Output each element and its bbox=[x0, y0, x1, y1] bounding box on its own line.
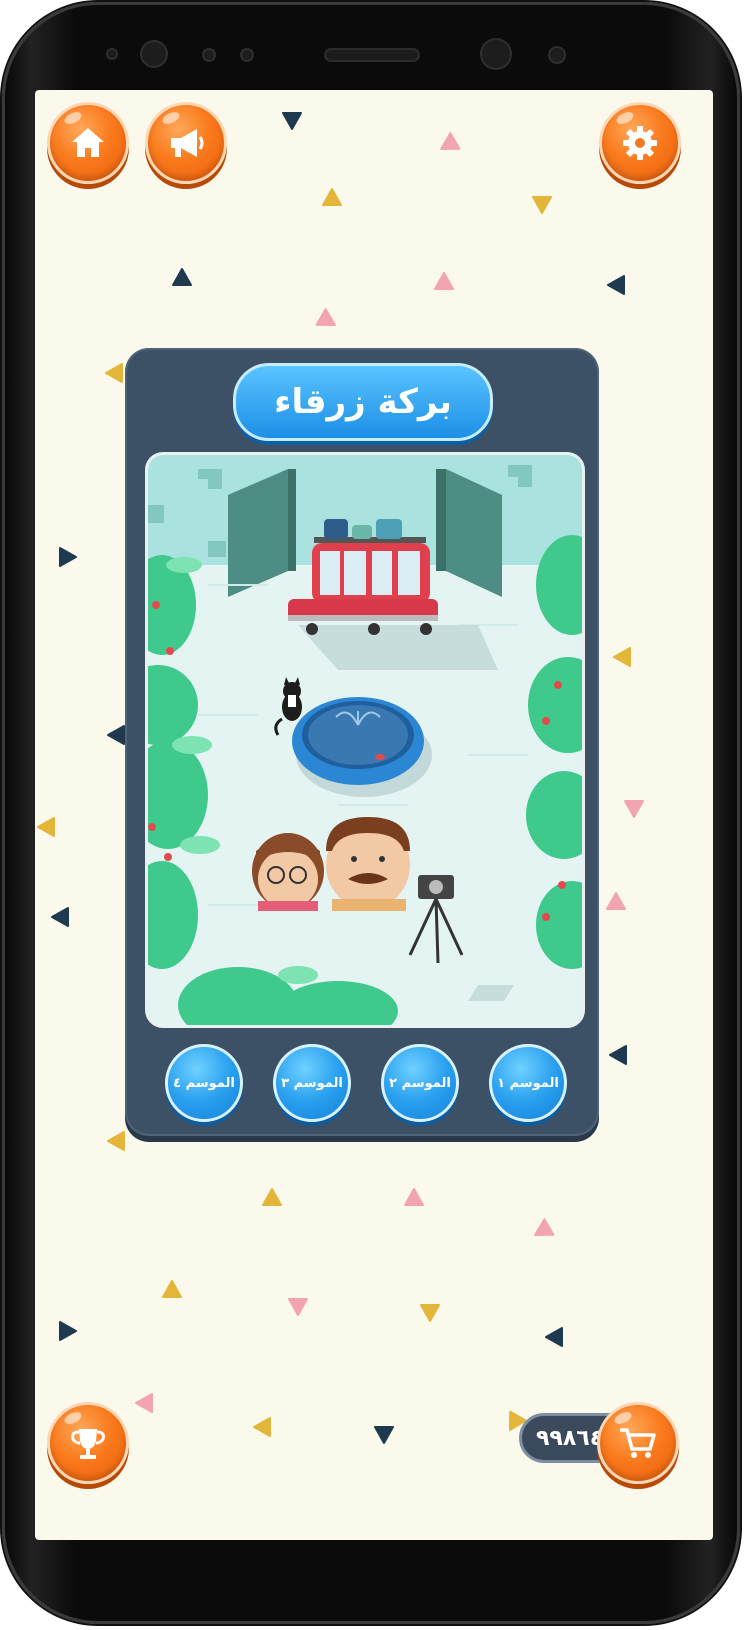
confetti-triangle bbox=[374, 1426, 394, 1444]
sensor-icon bbox=[202, 48, 216, 62]
sensor-icon bbox=[106, 48, 118, 60]
phone-frame: بركة زرقاء الموسم ١ الموسم ٢ الموسم ٣ ال… bbox=[2, 2, 740, 1624]
confetti-triangle bbox=[420, 1304, 440, 1322]
confetti-triangle bbox=[51, 907, 69, 927]
confetti-triangle bbox=[59, 1321, 77, 1341]
confetti-triangle bbox=[404, 1188, 424, 1206]
confetti-triangle bbox=[613, 647, 631, 667]
confetti-triangle bbox=[288, 1298, 308, 1316]
phone-top-bezel bbox=[2, 2, 740, 92]
season-2-label: الموسم ٢ bbox=[389, 1075, 451, 1091]
trophy-icon bbox=[71, 1429, 105, 1459]
season-1-button[interactable]: الموسم ١ bbox=[489, 1044, 567, 1122]
level-scene-image[interactable] bbox=[145, 452, 585, 1028]
confetti-triangle bbox=[609, 1045, 627, 1065]
settings-button[interactable] bbox=[599, 102, 681, 184]
season-1-label: الموسم ١ bbox=[497, 1075, 559, 1091]
megaphone-icon bbox=[171, 129, 204, 157]
confetti-triangle bbox=[624, 800, 644, 818]
earpiece-speaker bbox=[324, 48, 420, 62]
confetti-triangle bbox=[322, 188, 342, 206]
confetti-triangle bbox=[135, 1393, 153, 1413]
confetti-triangle bbox=[59, 547, 77, 567]
confetti-triangle bbox=[282, 112, 302, 130]
home-button[interactable] bbox=[47, 102, 129, 184]
sensor-icon bbox=[240, 48, 254, 62]
leaderboard-button[interactable] bbox=[47, 1402, 129, 1484]
confetti-triangle bbox=[534, 1218, 555, 1236]
gear-icon bbox=[623, 126, 657, 160]
home-icon bbox=[72, 128, 104, 157]
confetti-triangle bbox=[107, 1131, 125, 1151]
confetti-triangle bbox=[532, 196, 552, 214]
confetti-triangle bbox=[107, 725, 125, 745]
shop-button[interactable] bbox=[597, 1402, 679, 1484]
cart-icon bbox=[620, 1428, 656, 1458]
season-2-button[interactable]: الموسم ٢ bbox=[381, 1044, 459, 1122]
confetti-triangle bbox=[434, 272, 454, 290]
level-title: بركة زرقاء bbox=[233, 363, 493, 441]
confetti-triangle bbox=[162, 1280, 182, 1298]
game-screen: بركة زرقاء الموسم ١ الموسم ٢ الموسم ٣ ال… bbox=[35, 90, 713, 1540]
scene-illustration bbox=[148, 455, 582, 1025]
season-3-label: الموسم ٣ bbox=[281, 1075, 343, 1091]
season-4-button[interactable]: الموسم ٤ bbox=[165, 1044, 243, 1122]
front-camera-icon bbox=[140, 40, 168, 68]
confetti-triangle bbox=[545, 1327, 563, 1347]
confetti-triangle bbox=[607, 275, 625, 295]
confetti-triangle bbox=[606, 892, 626, 910]
confetti-triangle bbox=[315, 308, 336, 326]
season-4-label: الموسم ٤ bbox=[173, 1075, 235, 1091]
confetti-triangle bbox=[105, 363, 123, 383]
confetti-triangle bbox=[262, 1188, 282, 1206]
confetti-triangle bbox=[37, 817, 55, 837]
iris-camera-icon bbox=[480, 38, 512, 70]
season-3-button[interactable]: الموسم ٣ bbox=[273, 1044, 351, 1122]
confetti-triangle bbox=[172, 268, 192, 286]
confetti-triangle bbox=[253, 1417, 271, 1437]
confetti-triangle bbox=[440, 132, 461, 150]
sound-button[interactable] bbox=[145, 102, 227, 184]
sensor-icon bbox=[548, 46, 566, 64]
level-card: بركة زرقاء الموسم ١ الموسم ٢ الموسم ٣ ال… bbox=[125, 348, 599, 1136]
